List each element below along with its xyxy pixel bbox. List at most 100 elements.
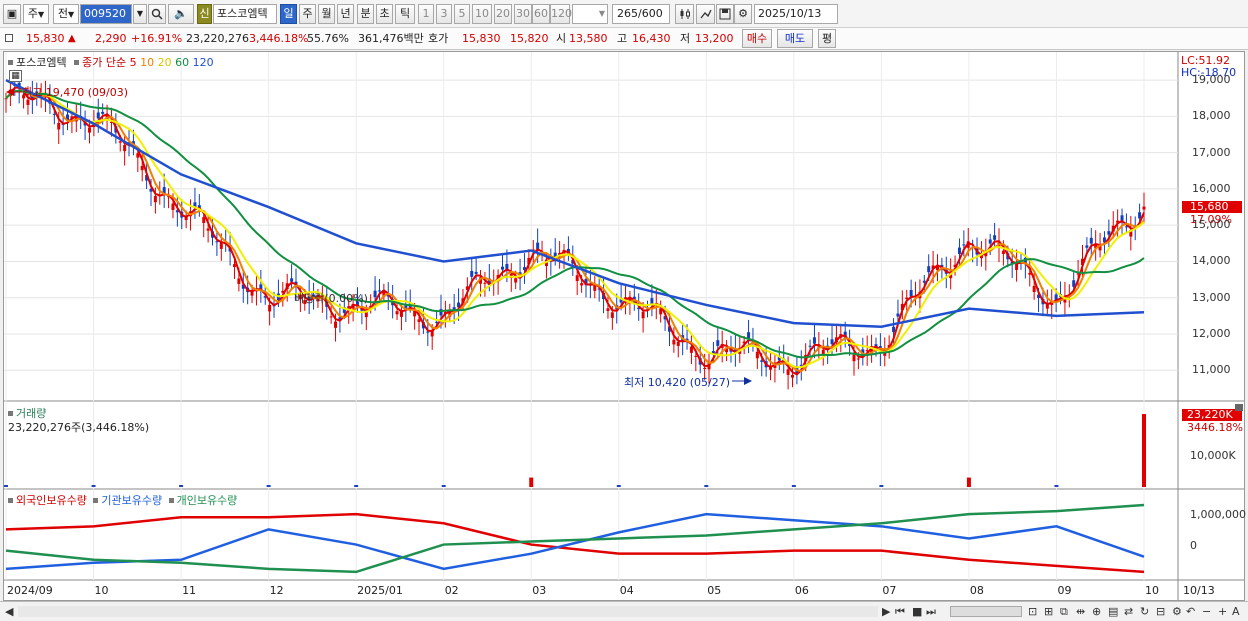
interval-5[interactable]: 5 bbox=[454, 4, 470, 24]
tab-year[interactable]: 년 bbox=[337, 4, 354, 24]
legend-marker bbox=[74, 60, 80, 65]
speaker-icon[interactable]: 🔈 bbox=[168, 4, 194, 24]
candle-body bbox=[790, 374, 794, 378]
zoom-slider[interactable] bbox=[950, 606, 1022, 617]
scroll-bar[interactable]: ◀ ▶ ⏮ ■ ⏭ ⊡ ⊞ ⧉ ⇹ ⊕ ▤ ⇄ ↻ ⊟ ⚙ ↶ − + A bbox=[0, 601, 1248, 621]
candle-body bbox=[988, 239, 992, 244]
candle-body bbox=[153, 196, 157, 203]
scroll-left-icon[interactable]: ◀ bbox=[5, 605, 13, 618]
rewind-icon[interactable]: ⏮ bbox=[895, 605, 905, 619]
candle-body bbox=[474, 271, 478, 274]
window-menu-icon[interactable]: ▣ bbox=[3, 4, 21, 24]
eval-button[interactable]: 평 bbox=[818, 29, 836, 48]
interval-120[interactable]: 120 bbox=[550, 4, 572, 24]
chevron-down-icon[interactable]: ▼ bbox=[133, 4, 147, 24]
candle-body bbox=[676, 341, 680, 346]
candle-body bbox=[856, 358, 860, 360]
search-icon[interactable] bbox=[148, 4, 166, 24]
price-y-tick: 12,000 bbox=[1192, 326, 1231, 340]
x-axis-label: 10/13 bbox=[1183, 584, 1215, 597]
interval-60[interactable]: 60 bbox=[532, 4, 550, 24]
stock-name-field[interactable]: 포스코엠텍 bbox=[213, 4, 277, 24]
candle-body bbox=[329, 316, 333, 318]
close-icon[interactable] bbox=[1235, 404, 1243, 411]
x-axis-label: 04 bbox=[619, 584, 634, 597]
save-icon[interactable] bbox=[716, 4, 734, 24]
zoom-out-icon[interactable]: − bbox=[1202, 605, 1211, 618]
ma-120-label: 120 bbox=[192, 56, 214, 69]
chevron-down-icon: ▼ bbox=[598, 9, 605, 18]
chevron-down-icon: ▼ bbox=[37, 10, 45, 19]
interval-30[interactable]: 30 bbox=[514, 4, 532, 24]
candle-body bbox=[377, 290, 381, 292]
candle-body bbox=[606, 308, 610, 312]
zoom-out-left-icon[interactable]: ↶ bbox=[1186, 605, 1195, 618]
interval-input[interactable]: ▼ bbox=[572, 4, 608, 24]
candle-body bbox=[395, 311, 399, 315]
ma-60-label: 60 bbox=[175, 56, 190, 69]
legend-marker bbox=[93, 498, 99, 503]
tab-month[interactable]: 월 bbox=[318, 4, 335, 24]
tab-second[interactable]: 초 bbox=[376, 4, 393, 24]
candle-body bbox=[927, 266, 931, 273]
zoom-in-icon[interactable]: + bbox=[1218, 605, 1227, 618]
date-field[interactable]: 2025/10/13 bbox=[754, 4, 838, 24]
candle-icon[interactable] bbox=[675, 4, 694, 24]
settings-icon[interactable]: ⚙ bbox=[1172, 605, 1182, 618]
volume-bar bbox=[91, 485, 96, 487]
holdings-y-tick: 0 bbox=[1190, 539, 1197, 552]
ma-title: 종가 단순 bbox=[82, 56, 127, 69]
zoom-fit-icon[interactable]: ⊡ bbox=[1028, 605, 1037, 618]
tab-day[interactable]: 일 bbox=[280, 4, 297, 24]
bar-count: 265 bbox=[617, 7, 638, 20]
candle-body bbox=[101, 111, 105, 114]
quote-checkbox[interactable] bbox=[5, 34, 13, 42]
tab-tick[interactable]: 틱 bbox=[395, 4, 415, 24]
x-axis-label: 11 bbox=[182, 584, 197, 597]
volume-bar bbox=[966, 477, 971, 487]
bar-count-field[interactable]: 265/600 bbox=[612, 4, 670, 24]
price-y-tick: 11,000 bbox=[1192, 363, 1231, 377]
stop-icon[interactable]: ■ bbox=[912, 605, 922, 618]
up-arrow-icon: ▲ bbox=[68, 33, 76, 44]
hoga-label: 호가 bbox=[428, 32, 449, 45]
pin-icon[interactable]: ⊕ bbox=[1092, 605, 1101, 618]
holdings-legend: 외국인보유수량 기관보유수량 개인보유수량 bbox=[8, 492, 237, 508]
buy-button[interactable]: 매수 bbox=[742, 29, 772, 48]
volume-bar bbox=[4, 485, 8, 487]
candle-body bbox=[268, 304, 272, 312]
interval-10[interactable]: 10 bbox=[472, 4, 492, 24]
candle-body bbox=[694, 355, 698, 357]
candle-body bbox=[672, 339, 676, 345]
chart-type-select[interactable]: 주▼ bbox=[23, 4, 49, 24]
interval-3[interactable]: 3 bbox=[436, 4, 452, 24]
refresh-icon[interactable]: ↻ bbox=[1140, 605, 1149, 618]
zoom-page-icon[interactable]: ⊞ bbox=[1044, 605, 1053, 618]
tab-week[interactable]: 주 bbox=[299, 4, 316, 24]
candle-body bbox=[123, 145, 127, 152]
layout-icon[interactable]: ⊟ bbox=[1156, 605, 1165, 618]
ruler-icon[interactable]: ⇹ bbox=[1076, 605, 1085, 618]
volume-pct: 3,446.18% bbox=[249, 32, 309, 45]
font-size-icon[interactable]: A bbox=[1232, 605, 1240, 618]
stock-code-input[interactable]: 009520 bbox=[80, 4, 132, 24]
copy-icon[interactable]: ⧉ bbox=[1060, 605, 1068, 619]
compare-icon[interactable]: ⇄ bbox=[1124, 605, 1133, 618]
ma-10-label: 10 bbox=[140, 56, 155, 69]
draw-tool-icon[interactable] bbox=[696, 4, 715, 24]
scroll-right-icon[interactable]: ▶ bbox=[882, 605, 890, 618]
gear-icon[interactable]: ⚙ bbox=[734, 4, 752, 24]
forward-icon[interactable]: ⏭ bbox=[926, 605, 936, 619]
chart-icon[interactable]: ▤ bbox=[1108, 605, 1118, 618]
chart-area[interactable]: 포스코엠텍 종가 단순 5 10 20 60 120 ▦ 최고 19,470 (… bbox=[3, 51, 1246, 601]
prev-select[interactable]: 전▼ bbox=[53, 4, 79, 24]
interval-20[interactable]: 20 bbox=[494, 4, 512, 24]
scroll-track[interactable] bbox=[18, 606, 878, 617]
grid-icon[interactable]: ▦ bbox=[9, 70, 22, 82]
candle-body bbox=[1107, 231, 1111, 235]
price-y-tick: 15,000 bbox=[1192, 218, 1231, 232]
ma-20-label: 20 bbox=[157, 56, 172, 69]
tab-minute[interactable]: 분 bbox=[357, 4, 374, 24]
interval-1[interactable]: 1 bbox=[418, 4, 434, 24]
sell-button[interactable]: 매도 bbox=[777, 29, 813, 48]
